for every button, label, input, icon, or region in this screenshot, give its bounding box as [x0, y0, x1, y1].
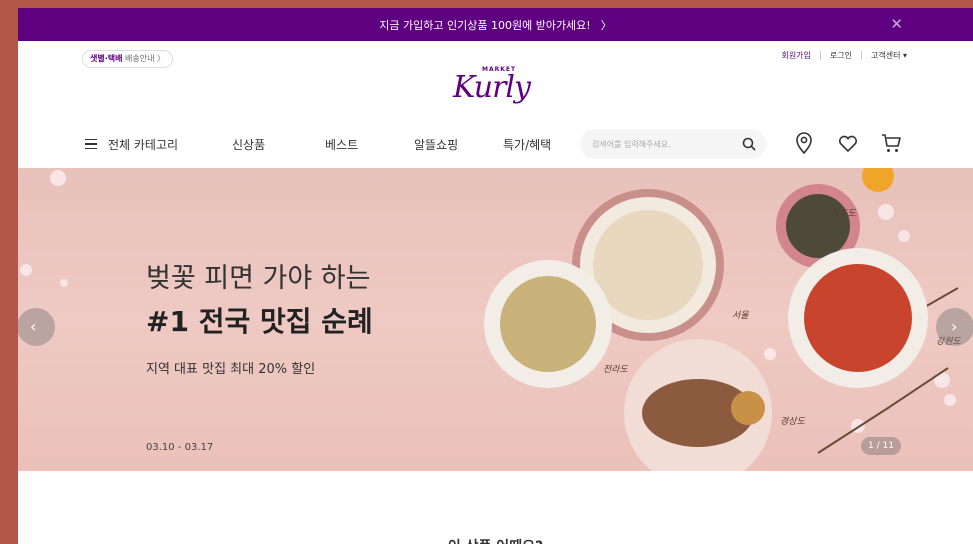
- prev-slide-button[interactable]: ‹: [18, 308, 55, 346]
- region-label: 서울: [732, 311, 749, 321]
- menu-icon[interactable]: [85, 139, 97, 149]
- location-pin-icon[interactable]: [794, 132, 814, 158]
- delivery-badge-text: 배송안내 〉: [125, 54, 166, 63]
- user-menu: 회원가입 로그인 고객센터 ▾: [781, 50, 907, 61]
- hero-date: 03.10 - 03.17: [146, 442, 214, 453]
- nav-special-deals[interactable]: 특가/혜택: [503, 136, 551, 153]
- nav-all-categories[interactable]: 전체 카테고리: [108, 136, 178, 153]
- slide-counter: 1 / 11: [861, 437, 901, 455]
- heart-icon[interactable]: [837, 132, 859, 158]
- hero-subtitle: 지역 대표 맛집 최대 20% 할인: [146, 362, 316, 377]
- hero-banner[interactable]: 제주도 서울 전라도 경상도 강원도 벚꽃 피면 가야 하는 #1 전국 맛집 …: [18, 168, 973, 471]
- hero-title-line2: #1 전국 맛집 순례: [146, 305, 373, 338]
- promo-banner[interactable]: 지금 가입하고 인기상품 100원에 받아가세요! 〉 ✕: [18, 8, 973, 41]
- kurly-logo[interactable]: MARKET Kurly: [449, 64, 539, 120]
- hero-title-line1: 벚꽃 피면 가야 하는: [146, 263, 371, 294]
- cart-icon[interactable]: [880, 132, 902, 158]
- nav-new-products[interactable]: 신상품: [232, 136, 265, 153]
- nav-best[interactable]: 베스트: [325, 136, 358, 153]
- search-input[interactable]: [592, 129, 732, 159]
- region-label: 제주도: [831, 209, 856, 219]
- customer-center-link[interactable]: 고객센터 ▾: [871, 50, 907, 61]
- search-box: [580, 129, 766, 159]
- chevron-right-icon: ›: [951, 317, 958, 336]
- region-label: 전라도: [603, 365, 628, 375]
- next-slide-button[interactable]: ›: [936, 308, 973, 346]
- close-icon[interactable]: ✕: [890, 15, 903, 33]
- search-icon[interactable]: [742, 136, 756, 155]
- promo-text[interactable]: 지금 가입하고 인기상품 100원에 받아가세요!: [379, 17, 590, 33]
- divider: [861, 51, 862, 60]
- section-title: 이 상품 어때요?: [18, 536, 973, 544]
- login-link[interactable]: 로그인: [830, 50, 852, 61]
- divider: [819, 51, 821, 60]
- page-frame: 지금 가입하고 인기상품 100원에 받아가세요! 〉 ✕ 샛별·택배 배송안내…: [18, 8, 973, 544]
- nav-bargain-shopping[interactable]: 알뜰쇼핑: [414, 136, 458, 153]
- region-label: 경상도: [780, 417, 805, 427]
- chevron-right-icon: 〉: [600, 18, 612, 32]
- delivery-info-badge[interactable]: 샛별·택배 배송안내 〉: [82, 50, 174, 68]
- main-nav: 전체 카테고리 신상품 베스트 알뜰쇼핑 특가/혜택: [18, 120, 973, 168]
- delivery-badge-brand: 샛별·택배: [90, 54, 123, 63]
- chevron-left-icon: ‹: [30, 317, 37, 336]
- logo-kurly-text: Kurly: [453, 70, 531, 105]
- signup-link[interactable]: 회원가입: [781, 50, 810, 61]
